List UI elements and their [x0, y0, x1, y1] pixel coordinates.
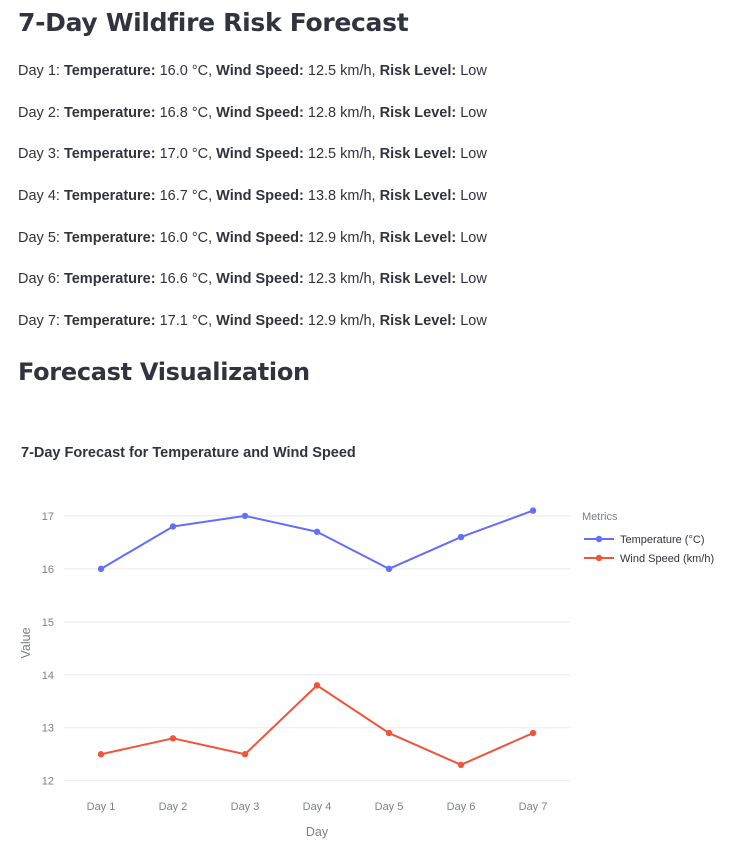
temperature-label: Temperature: [63, 104, 156, 121]
wind-value: 12.5 km/h, [307, 63, 376, 79]
forecast-day-row: Day 2: Temperature: 16.8 °C, Wind Speed:… [18, 104, 487, 146]
x-tick-label: Day 7 [519, 801, 548, 813]
risk-label: Risk Level: [379, 146, 457, 163]
wind-value: 13.8 km/h, [307, 188, 376, 205]
data-point [385, 729, 393, 737]
temperature-label: Temperature: [63, 271, 156, 288]
data-point [385, 565, 393, 573]
temperature-label: Temperature: [63, 63, 156, 79]
risk-label: Risk Level: [379, 63, 457, 79]
wind-label: Wind Speed: [216, 146, 304, 163]
wind-value: 12.9 km/h, [307, 229, 376, 246]
wind-value: 12.9 km/h, [307, 313, 376, 330]
data-point [241, 751, 249, 758]
risk-value: Low [460, 63, 487, 79]
day-label: Day 2: [18, 104, 60, 121]
chart-title: 7-Day Forecast for Temperature and Wind … [21, 445, 356, 461]
day-label: Day 4: [18, 188, 60, 205]
temperature-value: 16.0 °C, [159, 63, 213, 79]
legend-title: Metrics [582, 511, 618, 523]
forecast-chart-container: 7-Day Forecast for Temperature and Wind … [18, 430, 738, 850]
risk-value: Low [460, 271, 487, 288]
temperature-value: 17.0 °C, [159, 146, 213, 163]
page-title: 7-Day Wildfire Risk Forecast [18, 8, 409, 37]
risk-label: Risk Level: [379, 313, 457, 330]
risk-label: Risk Level: [379, 229, 457, 246]
data-point [457, 533, 465, 541]
data-point [313, 528, 321, 535]
temperature-value: 17.1 °C, [159, 313, 213, 330]
x-tick-label: Day 4 [303, 801, 332, 813]
series-line [100, 509, 534, 570]
risk-value: Low [460, 146, 487, 163]
forecast-day-list: Day 1: Temperature: 16.0 °C, Wind Speed:… [18, 62, 487, 354]
data-point [169, 735, 177, 742]
data-point [97, 565, 105, 573]
legend-entry: Wind Speed (km/h) [620, 553, 714, 565]
wind-value: 12.5 km/h, [307, 146, 376, 163]
risk-label: Risk Level: [379, 188, 457, 205]
legend-swatch-marker [595, 535, 603, 543]
wind-label: Wind Speed: [216, 63, 304, 79]
wind-label: Wind Speed: [216, 188, 304, 205]
day-label: Day 1: [18, 63, 60, 79]
temperature-value: 16.7 °C, [159, 188, 213, 205]
temperature-value: 16.8 °C, [159, 104, 213, 121]
day-label: Day 5: [18, 229, 60, 246]
temperature-label: Temperature: [63, 313, 156, 330]
wind-label: Wind Speed: [216, 229, 304, 246]
data-point [169, 523, 177, 530]
wind-label: Wind Speed: [216, 313, 304, 330]
risk-label: Risk Level: [379, 104, 457, 121]
legend-swatch-marker [595, 554, 603, 562]
risk-value: Low [460, 104, 487, 121]
y-tick-label: 17 [42, 511, 54, 523]
wind-label: Wind Speed: [216, 104, 304, 121]
risk-value: Low [460, 229, 487, 246]
temperature-label: Temperature: [63, 146, 156, 163]
y-tick-label: 13 [42, 723, 54, 735]
legend-entry: Temperature (°C) [620, 534, 704, 546]
risk-value: Low [460, 313, 487, 330]
day-label: Day 3: [18, 146, 60, 163]
day-label: Day 6: [18, 271, 60, 288]
section-title: Forecast Visualization [18, 358, 310, 386]
x-tick-label: Day 3 [231, 801, 260, 813]
forecast-day-row: Day 3: Temperature: 17.0 °C, Wind Speed:… [18, 145, 487, 187]
x-axis-label: Day [306, 825, 329, 839]
forecast-day-row: Day 7: Temperature: 17.1 °C, Wind Speed:… [18, 312, 487, 354]
day-label: Day 7: [18, 313, 60, 330]
risk-value: Low [460, 188, 487, 205]
x-tick-label: Day 6 [447, 801, 476, 813]
risk-label: Risk Level: [379, 271, 457, 288]
forecast-day-row: Day 1: Temperature: 16.0 °C, Wind Speed:… [18, 62, 487, 104]
y-axis-label: Value [19, 627, 33, 658]
y-tick-label: 15 [42, 617, 54, 629]
data-point [529, 729, 537, 737]
data-point [529, 507, 537, 514]
data-point [241, 512, 249, 520]
x-tick-label: Day 5 [375, 801, 404, 813]
x-tick-label: Day 2 [159, 801, 188, 813]
temperature-value: 16.0 °C, [159, 229, 213, 246]
y-tick-label: 14 [42, 670, 54, 682]
wind-label: Wind Speed: [216, 271, 304, 288]
series-line [100, 684, 534, 766]
wind-value: 12.3 km/h, [307, 271, 376, 288]
wind-value: 12.8 km/h, [307, 104, 376, 121]
data-point [97, 751, 105, 758]
forecast-day-row: Day 5: Temperature: 16.0 °C, Wind Speed:… [18, 229, 487, 271]
forecast-day-row: Day 4: Temperature: 16.7 °C, Wind Speed:… [18, 187, 487, 229]
x-tick-label: Day 1 [87, 801, 116, 813]
temperature-value: 16.6 °C, [159, 271, 213, 288]
data-point [313, 682, 321, 689]
y-tick-label: 16 [42, 564, 54, 576]
forecast-chart: 7-Day Forecast for Temperature and Wind … [19, 445, 714, 839]
temperature-label: Temperature: [63, 229, 156, 246]
data-point [457, 761, 465, 769]
forecast-day-row: Day 6: Temperature: 16.6 °C, Wind Speed:… [18, 270, 487, 312]
temperature-label: Temperature: [63, 188, 156, 205]
y-tick-label: 12 [42, 776, 54, 788]
